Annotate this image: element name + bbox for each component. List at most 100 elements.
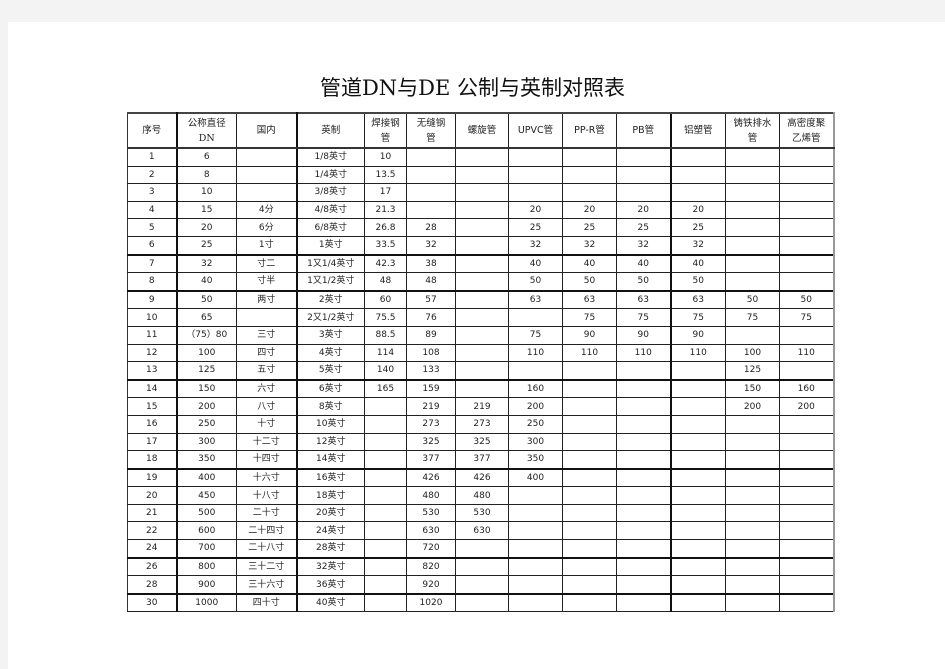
cell-dn: 32 bbox=[176, 253, 237, 274]
cell-imperial: 18英寸 bbox=[296, 486, 365, 505]
cell-ppr bbox=[562, 521, 617, 541]
header-welded-line2: 管 bbox=[380, 132, 391, 144]
cell-domestic: 寸二 bbox=[236, 253, 298, 274]
cell-imperial: 1又1/4英寸 bbox=[296, 253, 365, 274]
cell-seamless: 377 bbox=[406, 450, 456, 470]
cell-seamless: 426 bbox=[406, 467, 456, 488]
cell-spiral bbox=[455, 183, 509, 202]
cell-alu-plastic bbox=[669, 183, 726, 202]
cell-cast-iron: 100 bbox=[725, 343, 780, 363]
cell-dn: 450 bbox=[176, 486, 237, 505]
header-spiral-label: 螺旋管 bbox=[467, 125, 497, 136]
header-domestic: 国内 bbox=[236, 112, 298, 149]
header-hdpe-line2: 乙烯管 bbox=[791, 132, 821, 144]
cell-spiral bbox=[455, 378, 509, 399]
cell-hdpe bbox=[779, 503, 835, 523]
cell-spiral bbox=[455, 592, 509, 613]
cell-alu-plastic: 63 bbox=[669, 289, 726, 310]
cell-cast-iron bbox=[725, 414, 780, 434]
cell-welded: 88.5 bbox=[364, 325, 407, 345]
cell-hdpe bbox=[779, 253, 835, 274]
cell-hdpe bbox=[779, 183, 835, 202]
cell-upvc: 32 bbox=[508, 235, 563, 256]
table-row: 11 （75）80 三寸 3英寸 88.5 89 75 90 90 90 bbox=[127, 325, 835, 345]
cell-ppr bbox=[562, 378, 617, 399]
cell-cast-iron bbox=[725, 467, 780, 488]
cell-pb bbox=[616, 539, 671, 559]
cell-seq: 22 bbox=[127, 521, 178, 541]
cell-upvc bbox=[508, 521, 563, 541]
cell-seq: 2 bbox=[127, 165, 178, 185]
cell-seamless: 76 bbox=[406, 308, 456, 327]
cell-domestic: 六寸 bbox=[236, 378, 298, 399]
cell-ppr: 40 bbox=[562, 253, 617, 274]
table-row: 9 50 两寸 2英寸 60 57 63 63 63 63 50 50 bbox=[127, 289, 835, 310]
cell-pb bbox=[616, 147, 671, 167]
table-row: 13 125 五寸 5英寸 140 133 125 bbox=[127, 361, 835, 381]
cell-imperial: 32英寸 bbox=[296, 556, 365, 577]
header-upvc: UPVC管 bbox=[508, 112, 563, 149]
cell-seamless: 48 bbox=[406, 272, 456, 292]
cell-seq: 19 bbox=[127, 467, 178, 488]
cell-ppr: 90 bbox=[562, 325, 617, 345]
cell-seamless: 219 bbox=[406, 397, 456, 416]
cell-ppr bbox=[562, 397, 617, 416]
cell-domestic: 二十八寸 bbox=[236, 539, 298, 559]
table-row: 10 65 2又1/2英寸 75.5 76 75 75 75 75 75 bbox=[127, 308, 835, 327]
cell-ppr bbox=[562, 361, 617, 381]
cell-cast-iron bbox=[725, 235, 780, 256]
cell-imperial: 5英寸 bbox=[296, 361, 365, 381]
cell-pb: 20 bbox=[616, 200, 671, 220]
table-row: 5 20 6分 6/8英寸 26.8 28 25 25 25 25 bbox=[127, 218, 835, 237]
header-pb: PB管 bbox=[616, 112, 671, 149]
header-ppr-label: PP-R管 bbox=[574, 125, 605, 136]
cell-pb bbox=[616, 575, 671, 595]
cell-imperial: 6/8英寸 bbox=[296, 218, 365, 237]
cell-seq: 10 bbox=[127, 308, 178, 327]
cell-imperial: 1/4英寸 bbox=[296, 165, 365, 185]
cell-seamless: 1020 bbox=[406, 592, 456, 613]
cell-spiral bbox=[455, 289, 509, 310]
cell-ppr: 75 bbox=[562, 308, 617, 327]
cell-dn: 500 bbox=[176, 503, 237, 523]
cell-hdpe bbox=[779, 539, 835, 559]
cell-ppr bbox=[562, 539, 617, 559]
cell-imperial: 40英寸 bbox=[296, 592, 365, 613]
cell-alu-plastic bbox=[669, 503, 726, 523]
cell-hdpe bbox=[779, 450, 835, 470]
header-alu-plastic: 铝塑管 bbox=[669, 112, 726, 149]
cell-welded bbox=[364, 539, 407, 559]
cell-pb: 32 bbox=[616, 235, 671, 256]
header-spiral: 螺旋管 bbox=[455, 112, 509, 149]
cell-domestic: 三十六寸 bbox=[236, 575, 298, 595]
table-row: 4 15 4分 4/8英寸 21.3 20 20 20 20 bbox=[127, 200, 835, 220]
cell-alu-plastic bbox=[669, 147, 726, 167]
cell-cast-iron: 150 bbox=[725, 378, 780, 399]
cell-alu-plastic: 110 bbox=[669, 343, 726, 363]
cell-welded bbox=[364, 432, 407, 452]
cell-alu-plastic: 25 bbox=[669, 218, 726, 237]
cell-seamless bbox=[406, 183, 456, 202]
cell-ppr bbox=[562, 450, 617, 470]
cell-upvc bbox=[508, 165, 563, 185]
cell-welded bbox=[364, 556, 407, 577]
cell-spiral bbox=[455, 147, 509, 167]
cell-alu-plastic bbox=[669, 592, 726, 613]
cell-hdpe: 50 bbox=[779, 289, 835, 310]
header-upvc-label: UPVC管 bbox=[517, 125, 554, 136]
cell-ppr bbox=[562, 575, 617, 595]
cell-welded: 17 bbox=[364, 183, 407, 202]
cell-pb bbox=[616, 592, 671, 613]
cell-domestic bbox=[236, 183, 298, 202]
cell-pb bbox=[616, 378, 671, 399]
cell-seq: 30 bbox=[127, 592, 178, 613]
cell-ppr bbox=[562, 147, 617, 167]
cell-pb bbox=[616, 397, 671, 416]
cell-cast-iron bbox=[725, 253, 780, 274]
cell-hdpe bbox=[779, 575, 835, 595]
cell-dn: 65 bbox=[176, 308, 237, 327]
table-row: 19 400 十六寸 16英寸 426 426 400 bbox=[127, 467, 835, 488]
cell-ppr bbox=[562, 503, 617, 523]
cell-upvc bbox=[508, 503, 563, 523]
cell-alu-plastic: 20 bbox=[669, 200, 726, 220]
